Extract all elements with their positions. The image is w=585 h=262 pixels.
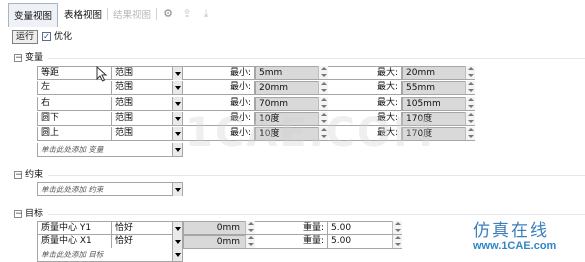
weight-label: 重量: xyxy=(255,221,328,235)
gear-icon[interactable]: ⚙ xyxy=(162,8,174,20)
optimize-checkbox[interactable]: ✓ xyxy=(42,32,51,41)
spinner-arrows-icon[interactable] xyxy=(465,66,475,79)
watermark-text: 1CAE.COM xyxy=(185,110,435,156)
goal-name-cell[interactable]: 质量中心 Y1 xyxy=(37,221,112,235)
chevron-down-icon[interactable] xyxy=(172,222,182,235)
max-label: 最大: xyxy=(328,81,402,95)
variables-section-header: − 变量 xyxy=(0,51,585,65)
chevron-down-icon[interactable] xyxy=(172,112,182,125)
chevron-down-icon[interactable] xyxy=(172,67,182,80)
constraints-section-header: − 约束 xyxy=(0,168,585,182)
collapse-toggle-icon[interactable]: − xyxy=(14,171,23,180)
spinner-arrows-icon[interactable] xyxy=(465,81,475,94)
spinner-arrows-icon[interactable] xyxy=(245,235,255,248)
variable-name-cell[interactable]: 圆下 xyxy=(37,112,112,126)
add-goal-dropdown-icon[interactable] xyxy=(172,248,182,261)
spinner-arrows-icon[interactable] xyxy=(465,112,475,125)
export-icon[interactable]: ⇪ xyxy=(181,8,193,20)
optimize-label: 优化 xyxy=(54,32,73,42)
spinner-arrows-icon[interactable] xyxy=(245,221,255,234)
section-divider xyxy=(48,58,585,59)
max-label: 最大: xyxy=(328,97,402,111)
add-variable-field[interactable]: 单击此处添加 变量 xyxy=(37,143,183,157)
spinner-arrows-icon[interactable] xyxy=(392,221,402,234)
min-label: 最小: xyxy=(183,81,255,95)
min-label: 最小: xyxy=(183,66,255,80)
tab-table-view[interactable]: 表格视图 xyxy=(59,3,107,27)
toolbar xyxy=(0,27,585,47)
weight-label: 重量: xyxy=(255,235,328,249)
variable-name-cell[interactable]: 圆上 xyxy=(37,127,112,141)
tab-results-view[interactable]: 结果视图 xyxy=(108,3,156,27)
min-label: 最小: xyxy=(183,97,255,111)
max-label: 最大: xyxy=(328,66,402,80)
add-constraint-dropdown-icon[interactable] xyxy=(172,183,182,196)
constraints-section-title: 约束 xyxy=(25,170,44,180)
spinner-arrows-icon[interactable] xyxy=(465,97,475,110)
variable-name-cell[interactable]: 右 xyxy=(37,97,112,111)
run-button[interactable]: 运行 xyxy=(12,30,39,44)
add-goal-field[interactable]: 单击此处添加 目标 xyxy=(37,248,183,262)
collapse-toggle-icon[interactable]: − xyxy=(14,54,23,63)
section-divider xyxy=(48,175,585,176)
spinner-arrows-icon[interactable] xyxy=(318,97,328,110)
chevron-down-icon[interactable] xyxy=(172,81,182,94)
chevron-down-icon[interactable] xyxy=(172,97,182,110)
watermark-logo-text: 仿真在线 xyxy=(473,221,549,241)
view-tab-strip: 变量视图 表格视图 结果视图 ⚙ ⇪ ⤓ xyxy=(0,0,585,27)
weight-value-spinner[interactable]: 5.00 xyxy=(328,235,402,249)
spinner-arrows-icon[interactable] xyxy=(318,66,328,79)
spinner-arrows-icon[interactable] xyxy=(392,235,402,248)
mouse-cursor-icon xyxy=(96,66,108,82)
variable-name-cell[interactable]: 左 xyxy=(37,81,112,95)
section-divider xyxy=(48,214,585,215)
tab-separator xyxy=(156,8,157,20)
add-variable-dropdown-icon[interactable] xyxy=(172,143,182,156)
chevron-down-icon[interactable] xyxy=(172,127,182,140)
spinner-arrows-icon[interactable] xyxy=(465,127,475,140)
goal-name-cell[interactable]: 质量中心 X1 xyxy=(37,235,112,249)
weight-value-spinner[interactable]: 5.00 xyxy=(328,221,402,235)
import-icon[interactable]: ⤓ xyxy=(200,8,212,20)
variables-section-title: 变量 xyxy=(25,53,44,63)
collapse-toggle-icon[interactable]: − xyxy=(14,210,23,219)
chevron-down-icon[interactable] xyxy=(172,235,182,248)
watermark-url: www.1CAE.com xyxy=(473,240,557,252)
goals-section-title: 目标 xyxy=(25,209,44,219)
add-constraint-field[interactable]: 单击此处添加 约束 xyxy=(37,182,183,196)
tab-variable-view[interactable]: 变量视图 xyxy=(8,3,59,27)
spinner-arrows-icon[interactable] xyxy=(318,81,328,94)
